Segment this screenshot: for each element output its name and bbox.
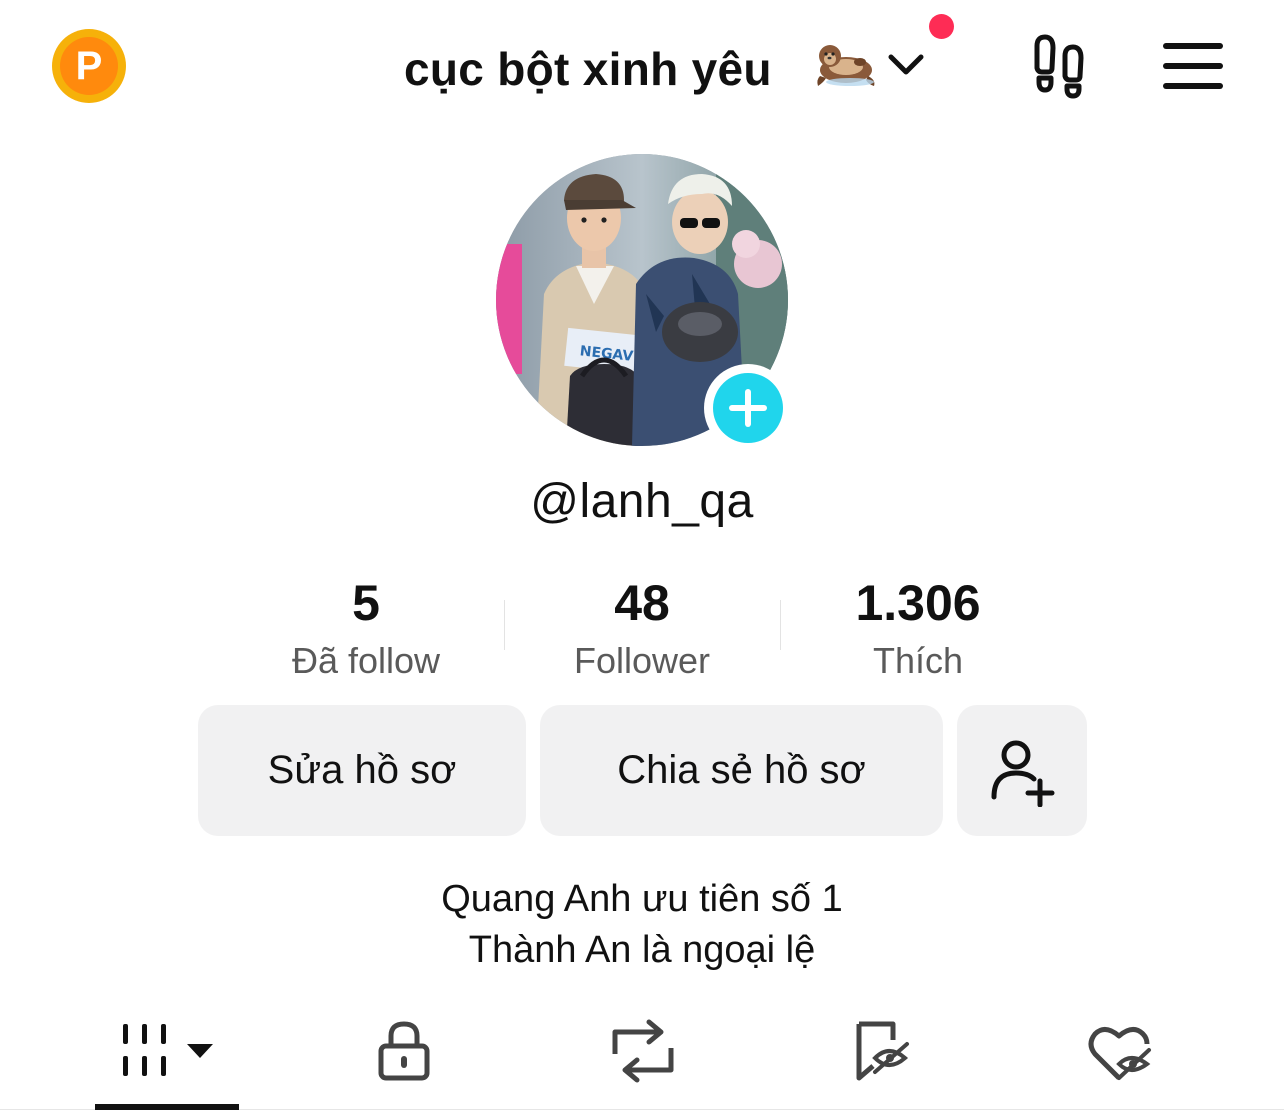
following-count: 5 [352, 575, 380, 631]
following-label: Đã follow [291, 640, 441, 681]
chevron-down-icon [888, 54, 924, 75]
heart-hidden-icon [1088, 1027, 1151, 1080]
tab-saved[interactable] [801, 1000, 961, 1100]
bio-line-1: Quang Anh ưu tiên số 1 [441, 878, 843, 920]
account-switcher[interactable]: cục bột xinh yêu [400, 30, 960, 100]
add-avatar-button[interactable] [704, 364, 792, 452]
plus-icon [729, 389, 767, 427]
bookmark-hidden-icon [856, 1021, 909, 1081]
edit-profile-button[interactable]: Sửa hồ sơ [198, 705, 526, 836]
share-profile-label: Chia sẻ hồ sơ [617, 748, 866, 792]
add-user-icon [991, 740, 1055, 807]
stat-likes[interactable]: 1.306 Thích [780, 574, 1056, 686]
followers-count: 48 [614, 575, 670, 631]
lock-icon [378, 1021, 430, 1081]
stat-followers[interactable]: 48 Follower [504, 574, 780, 686]
account-name: cục bột xinh yêu [404, 43, 772, 95]
bio-line-2: Thành An là ngoại lệ [468, 929, 816, 971]
profile-views-button[interactable] [1028, 32, 1096, 100]
followers-label: Follower [573, 640, 711, 681]
coin-letter: P [75, 44, 103, 88]
grid-dropdown-icon [123, 1024, 213, 1076]
likes-count: 1.306 [855, 575, 981, 631]
tab-liked[interactable] [1039, 1000, 1199, 1100]
repost-icon [612, 1019, 674, 1083]
active-tab-indicator [95, 1104, 239, 1110]
edit-profile-label: Sửa hồ sơ [267, 748, 457, 792]
stat-following[interactable]: 5 Đã follow [228, 574, 504, 686]
otter-emoji-icon [817, 45, 875, 86]
likes-label: Thích [872, 640, 964, 681]
add-friend-button[interactable] [957, 705, 1087, 836]
tab-reposts[interactable] [563, 1000, 723, 1100]
hamburger-menu-icon [1163, 43, 1223, 89]
tab-videos[interactable] [87, 1000, 247, 1100]
username: @lanh_qa [530, 475, 754, 528]
share-profile-button[interactable]: Chia sẻ hồ sơ [540, 705, 943, 836]
coin-icon: P [60, 37, 118, 95]
tab-private[interactable] [325, 1000, 485, 1100]
menu-button[interactable] [1160, 40, 1226, 92]
coins-button[interactable]: P [52, 29, 126, 103]
notification-dot [929, 14, 954, 39]
footprints-icon [1034, 34, 1084, 99]
